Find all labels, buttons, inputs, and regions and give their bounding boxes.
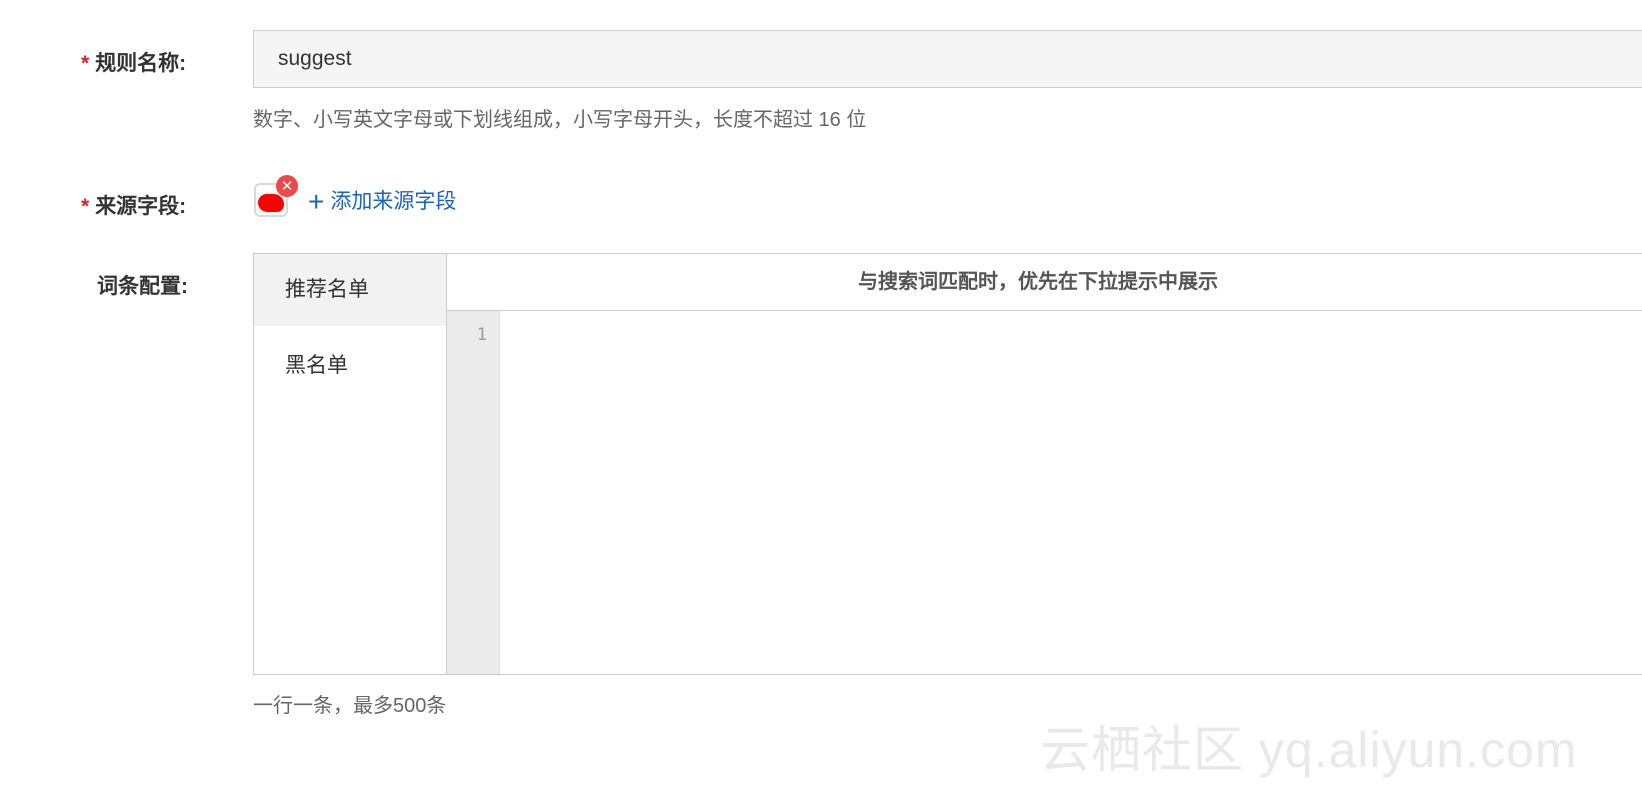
rule-name-label-text: 规则名称: xyxy=(95,52,187,75)
panel-header: 与搜索词匹配时，优先在下拉提示中展示 xyxy=(447,254,1642,311)
add-source-field-label: 添加来源字段 xyxy=(330,190,457,213)
rule-name-input[interactable] xyxy=(253,30,1642,88)
entry-config-panel: 推荐名单 黑名单 与搜索词匹配时，优先在下拉提示中展示 1 xyxy=(253,253,1642,675)
source-fields-label-text: 来源字段: xyxy=(95,195,187,218)
entries-hint: 一行一条，最多500条 xyxy=(253,695,447,717)
add-source-field-link[interactable]: + 添加来源字段 xyxy=(308,185,457,217)
rule-name-hint: 数字、小写英文字母或下划线组成，小写字母开头，长度不超过 16 位 xyxy=(253,109,867,131)
watermark: 云栖社区 yq.aliyun.com xyxy=(1040,722,1578,778)
required-mark: * xyxy=(81,52,90,75)
source-fields-label: * 来源字段: xyxy=(81,190,186,220)
entries-editor[interactable] xyxy=(500,311,1642,674)
list-type-nav: 推荐名单 黑名单 xyxy=(254,254,447,674)
tab-recommend-list[interactable]: 推荐名单 xyxy=(254,254,446,326)
required-mark: * xyxy=(81,195,90,218)
redacted-tag-content xyxy=(258,194,284,212)
rule-form: *规则名称: 数字、小写英文字母或下划线组成，小写字母开头，长度不超过 16 位… xyxy=(0,0,1642,810)
panel-header-text: 与搜索词匹配时，优先在下拉提示中展示 xyxy=(858,271,1218,293)
line-number-gutter: 1 xyxy=(447,311,500,674)
entry-config-label: 词条配置: xyxy=(97,275,188,298)
line-number: 1 xyxy=(476,325,487,345)
rule-name-label: * 规则名称: xyxy=(81,47,186,77)
plus-icon: + xyxy=(308,186,325,217)
remove-tag-icon[interactable]: ✕ xyxy=(276,175,298,197)
tab-blacklist[interactable]: 黑名单 xyxy=(254,330,446,402)
